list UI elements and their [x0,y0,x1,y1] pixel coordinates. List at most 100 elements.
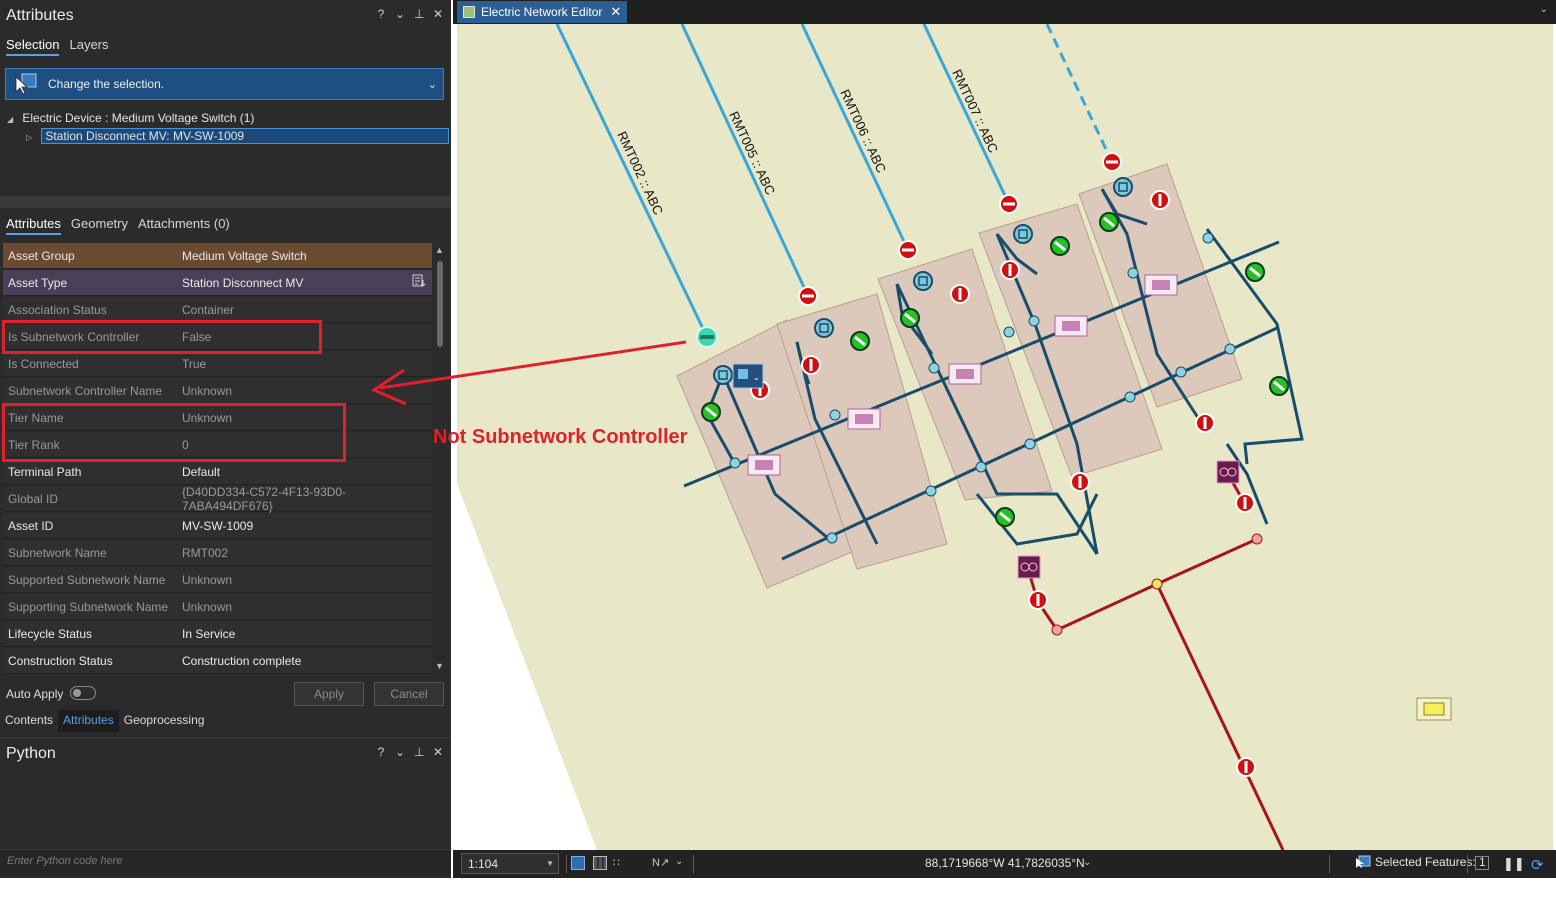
expand-triangle-icon[interactable]: ◢ [7,115,19,124]
selection-dropdown[interactable]: Change the selection. ⌄ [5,68,444,100]
tree-group-row[interactable]: ◢ Electric Device : Medium Voltage Switc… [7,111,254,125]
close-icon[interactable]: ✕ [433,7,443,21]
scale-value: 1:104 [468,856,499,871]
attr-value: {D40DD334-C572-4F13-93D0-7ABA494DF676} [182,484,347,513]
line-label: RMT002 :: ABC [614,129,666,217]
svg-text:⌄: ⌄ [753,373,760,382]
attr-key: Is Connected [8,356,79,371]
tree-item-label[interactable]: Station Disconnect MV: MV-SW-1009 [41,128,450,144]
refresh-icon[interactable]: ⟳ [1531,856,1545,874]
attr-key: Subnetwork Name [8,545,107,560]
pin-icon[interactable]: ⊥ [414,7,424,21]
cancel-button[interactable]: Cancel [374,682,444,706]
table-row[interactable]: Construction Status Construction complete [3,648,432,674]
tab-electric-network-editor[interactable]: Electric Network Editor ✕ [457,1,627,23]
help-icon[interactable]: ? [376,745,386,759]
scroll-down-icon[interactable]: ▼ [435,661,444,671]
python-title: Python [6,745,56,762]
divider [693,855,694,873]
tab-geoprocessing[interactable]: Geoprocessing [119,710,210,732]
chevron-down-icon[interactable]: ⌄ [1083,857,1091,868]
selection-tabs: Selection Layers [6,37,109,56]
collapse-triangle-icon[interactable]: ▷ [26,133,38,142]
attribute-subtabs: Attributes Geometry Attachments (0) [6,216,230,235]
pause-icon[interactable]: ❚❚ [1503,856,1525,871]
attr-key: Asset Group [8,248,75,263]
tab-layers[interactable]: Layers [69,37,108,56]
attr-value: Station Disconnect MV [182,275,304,290]
map-tab-bar: Electric Network Editor ✕ ⌄ [453,0,1556,24]
line-label: RMT006 :: ABC [837,87,889,175]
attr-value: In Service [182,626,236,641]
table-row[interactable]: Asset ID MV-SW-1009 [3,513,432,539]
tab-attributes[interactable]: Attributes [6,216,61,235]
attr-value: Medium Voltage Switch [182,248,307,263]
attr-key: Asset ID [8,518,54,533]
constraints-icon[interactable]: ∷ [613,856,627,870]
tab-contents[interactable]: Contents [0,710,58,732]
asset-type-edit-icon[interactable] [412,274,426,291]
divider [1467,855,1468,873]
splitter[interactable] [0,196,451,208]
pane-controls: ? ⌄ ⊥ ✕ [376,7,443,21]
chevron-down-icon[interactable]: ⌄ [1540,4,1548,15]
snapping-icon[interactable] [571,856,585,870]
attr-key: Subnetwork Controller Name [8,383,163,398]
attr-value: Construction complete [182,653,302,668]
attr-key: Supported Subnetwork Name [8,572,166,587]
attr-value: Default [182,464,221,479]
attr-key: Asset Type [8,275,68,290]
attr-value: Unknown [182,572,233,587]
table-row[interactable]: Supporting Subnetwork Name Unknown [3,594,432,620]
attribute-scrollbar[interactable]: ▲ ▼ [434,243,446,675]
selection-dropdown-text: Change the selection. [48,77,165,91]
coordinates-readout: 88,1719668°W 41,7826035°N [925,856,1085,870]
clear-selection-icon[interactable] [1475,856,1489,870]
chevron-down-icon: ▼ [546,859,554,868]
divider [1329,855,1330,873]
auto-apply-toggle[interactable] [70,686,96,700]
python-placeholder: Enter Python code here [7,855,123,867]
scroll-up-icon[interactable]: ▲ [435,245,444,255]
grid-icon[interactable] [593,856,607,870]
table-row[interactable]: Global ID {D40DD334-C572-4F13-93D0-7ABA49… [3,484,432,513]
attr-key: Lifecycle Status [8,626,93,641]
tab-attributes-dock[interactable]: Attributes [58,710,119,732]
attr-key: Global ID [8,491,59,506]
yellow-device-icon[interactable] [1416,697,1452,721]
annotation-arrow [370,340,687,406]
table-row[interactable]: Terminal Path Default [3,459,432,485]
table-row[interactable]: Asset Type Station Disconnect MV [3,270,432,296]
tree-item-row[interactable]: ▷ Station Disconnect MV: MV-SW-1009 [26,128,450,144]
scale-selector[interactable]: 1:104 ▼ [461,853,559,874]
attr-value: RMT002 [182,545,229,560]
select-cursor-icon [14,73,38,95]
close-icon[interactable]: ✕ [610,4,621,20]
help-icon[interactable]: ? [376,7,386,21]
chevron-down-icon: ⌄ [427,78,437,91]
line-label: RMT005 :: ABC [726,109,778,197]
auto-apply-label: Auto Apply [6,687,64,701]
attr-value: Unknown [182,599,233,614]
python-controls: ? ⌄ ⊥ ✕ [376,745,443,759]
table-row[interactable]: Subnetwork Name RMT002 [3,540,432,566]
options-chevron-icon[interactable]: ⌄ [395,7,405,21]
pane-title: Attributes [6,7,74,24]
close-icon[interactable]: ✕ [433,745,443,759]
north-arrow-icon[interactable]: N↗ [652,856,669,870]
tab-attachments[interactable]: Attachments (0) [138,216,230,235]
python-input[interactable]: Enter Python code here [0,849,451,874]
chevron-down-icon[interactable]: ⌄ [675,856,689,870]
tab-geometry[interactable]: Geometry [71,216,128,235]
map-status-bar: 1:104 ▼ ∷ N↗ ⌄ 88,1719668°W 41,7826035°N… [453,850,1556,878]
apply-button[interactable]: Apply [294,682,364,706]
table-row[interactable]: Asset Group Medium Voltage Switch [3,243,432,269]
table-row[interactable]: Supported Subnetwork Name Unknown [3,567,432,593]
attr-key: Terminal Path [8,464,82,479]
tab-selection[interactable]: Selection [6,37,60,56]
options-chevron-icon[interactable]: ⌄ [395,745,405,759]
table-row[interactable]: Lifecycle Status In Service [3,621,432,647]
annotation-box-tier [2,403,346,462]
attr-key: Association Status [8,302,107,317]
pin-icon[interactable]: ⊥ [414,745,424,759]
